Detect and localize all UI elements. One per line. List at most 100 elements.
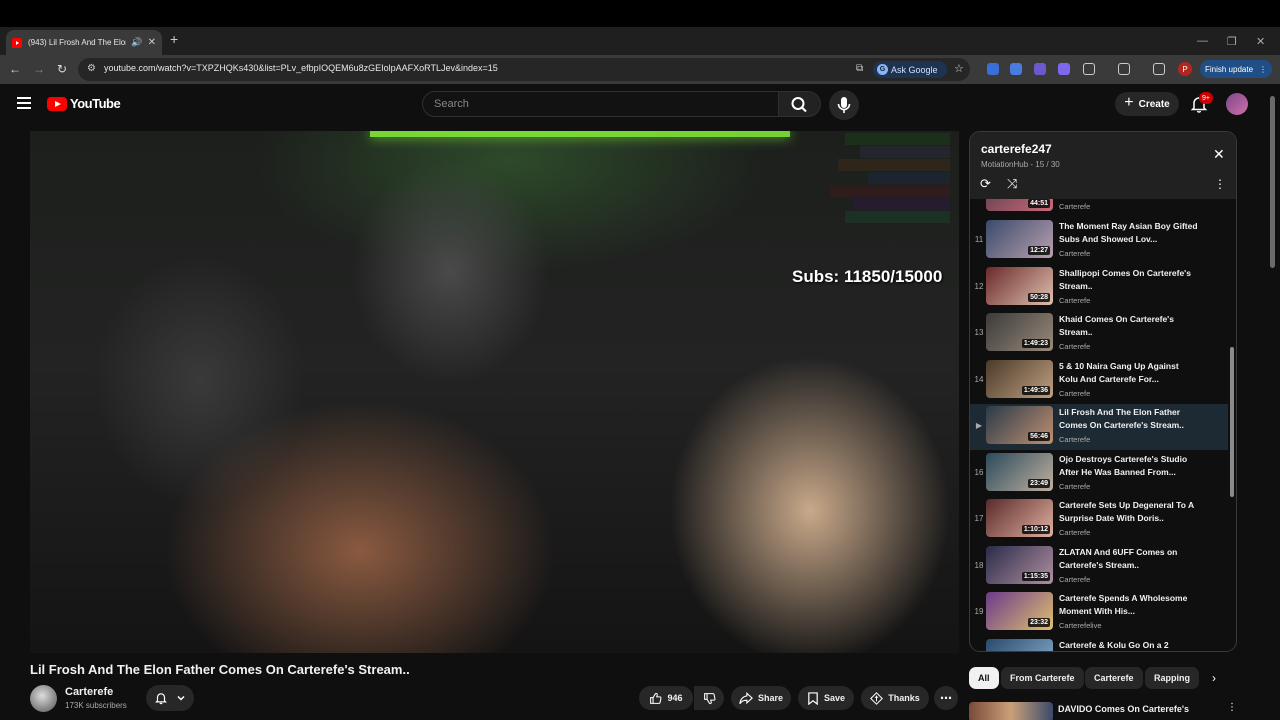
browser-profile-avatar[interactable]: P xyxy=(1178,62,1192,76)
playlist-item-channel: Carterefe xyxy=(1059,528,1091,537)
search-button[interactable] xyxy=(779,91,821,117)
playlist-item-channel: Carterefe xyxy=(1059,249,1091,258)
save-button[interactable]: Save xyxy=(798,686,854,710)
scrollbar-thumb[interactable] xyxy=(1270,96,1275,268)
playlist-header: carterefe247 MotiationHub - 15 / 30 ✕ ⟳ … xyxy=(970,132,1236,199)
account-avatar[interactable] xyxy=(1226,93,1248,115)
forward-icon[interactable]: → xyxy=(33,62,45,76)
playlist-item-channel: Carterefe xyxy=(1059,342,1091,351)
playlist-item-index: 13 xyxy=(974,328,984,337)
address-bar[interactable]: ⚙ youtube.com/watch?v=TXPZHQKs430&list=P… xyxy=(78,58,970,81)
playlist-item[interactable]: 12 50:28 Shallipopi Comes On Carterefe's S… xyxy=(970,265,1228,311)
close-window-icon[interactable]: ✕ xyxy=(1256,35,1265,48)
filter-chip[interactable]: From Carterefe xyxy=(1001,667,1084,689)
playlist-item[interactable]: 20Carterefe & Kolu Go On a 2 xyxy=(970,637,1228,651)
search-input[interactable]: Search xyxy=(422,91,779,117)
share-button[interactable]: Share xyxy=(731,686,791,710)
playlist-item-title: The Moment Ray Asian Boy Gifted Subs And… xyxy=(1059,221,1198,244)
new-tab-icon[interactable]: + xyxy=(170,31,178,47)
video-thumbnail: 50:28 xyxy=(986,266,1053,305)
subscriber-goal-overlay: Subs: 11850/15000 xyxy=(792,267,943,286)
neon-light-strip xyxy=(370,131,790,137)
video-thumbnail: 1:49:36 xyxy=(986,359,1053,398)
browser-tab-strip: (943) Lil Frosh And The Elon Father Come… xyxy=(0,27,1280,55)
finish-update-button[interactable]: Finish update ⋮ xyxy=(1200,60,1272,78)
shuffle-icon[interactable]: ⤨ xyxy=(1007,176,1017,192)
extension-n-icon[interactable] xyxy=(987,63,999,75)
dislike-button[interactable] xyxy=(694,686,724,710)
more-vertical-icon[interactable]: ⋮ xyxy=(1227,702,1237,713)
minimize-icon[interactable]: — xyxy=(1197,35,1208,47)
side-panel-icon[interactable] xyxy=(1118,63,1130,75)
more-actions-button[interactable]: ⋯ xyxy=(934,686,958,710)
playlist-item-title: Shallipopi Comes On Carterefe's Stream.. xyxy=(1059,267,1191,291)
playlist-item[interactable]: 17 1:10:12 Carterefe Sets Up Degeneral To … xyxy=(970,497,1228,543)
playlist-item[interactable]: 13 1:49:23 Khaid Comes On Carterefe's Stre… xyxy=(970,311,1228,357)
install-app-icon[interactable]: ⧉ xyxy=(856,63,863,74)
youtube-play-icon xyxy=(47,96,67,111)
restore-icon[interactable]: ❐ xyxy=(1227,35,1237,48)
playlist-item-partial[interactable]: 44:51 Carterefe xyxy=(970,199,1228,217)
playlist-scrollbar[interactable] xyxy=(1228,199,1236,651)
channel-name[interactable]: Carterefe xyxy=(65,686,113,698)
playlist-item[interactable]: 11 12:27 The Moment Ray Asian Boy Gifted S… xyxy=(970,218,1228,264)
ask-google-button[interactable]: G Ask Google xyxy=(873,61,947,78)
channel-avatar[interactable] xyxy=(30,685,57,712)
save-icon xyxy=(808,691,818,705)
filter-chip[interactable]: All xyxy=(969,667,999,689)
video-player[interactable]: Subs: 11850/15000 xyxy=(30,131,959,653)
filter-chip[interactable]: Rapping xyxy=(1145,667,1199,689)
site-info-icon[interactable]: ⚙ xyxy=(87,63,96,74)
playlist-item-index: 14 xyxy=(974,374,984,384)
close-tab-icon[interactable]: ✕ xyxy=(148,37,156,48)
playlist-more-icon[interactable]: ⋮ xyxy=(1214,177,1226,191)
bookmark-star-icon[interactable]: ☆ xyxy=(954,62,964,75)
browser-tab[interactable]: (943) Lil Frosh And The Elon Father Come… xyxy=(6,30,162,55)
like-button[interactable]: 946 xyxy=(639,686,693,710)
speaker-icon[interactable]: 🔊 xyxy=(131,37,142,48)
scrollbar-thumb[interactable] xyxy=(1230,347,1234,497)
youtube-logo[interactable]: YouTube xyxy=(47,96,121,111)
playlist-item-index: 16 xyxy=(974,467,984,477)
duration-badge: 1:49:23 xyxy=(1021,339,1050,348)
playlist-item-index: 11 xyxy=(974,235,984,244)
related-video-title: DAVIDO Comes On Carterefe's xyxy=(1058,704,1190,714)
duration-badge: 23:32 xyxy=(1028,618,1050,627)
playlist-title[interactable]: carterefe247 xyxy=(981,142,1052,156)
playlist-item-current[interactable]: ▶ 56:46 Lil Frosh And The Elon Father Come… xyxy=(970,404,1228,450)
microphone-icon xyxy=(837,97,851,113)
extension-shield-icon[interactable] xyxy=(1034,63,1046,75)
playlist-item-index: ▶ xyxy=(975,421,983,430)
close-playlist-icon[interactable]: ✕ xyxy=(1213,146,1225,163)
extension-cloud-icon[interactable] xyxy=(1058,63,1070,75)
chevron-right-icon[interactable]: › xyxy=(1212,671,1216,685)
thumbs-up-icon xyxy=(650,692,662,704)
thanks-button[interactable]: Thanks xyxy=(861,686,929,710)
back-icon[interactable]: ← xyxy=(9,62,21,76)
subscribed-notifications-button[interactable] xyxy=(146,685,194,711)
reading-list-icon[interactable] xyxy=(1153,63,1165,75)
playlist-item[interactable]: 16 23:49 Ojo Destroys Carterefe's Studio A… xyxy=(970,451,1228,497)
reload-icon[interactable]: ↻ xyxy=(57,62,67,76)
extension-translate-icon[interactable] xyxy=(1010,63,1022,75)
playlist-item[interactable]: 18 1:15:35 ZLATAN And 6UFF Comes on Carter… xyxy=(970,544,1228,590)
page-scrollbar[interactable] xyxy=(1268,96,1276,720)
playlist-item-index: 19 xyxy=(974,607,984,616)
tab-title: (943) Lil Frosh And The Elon Father Come… xyxy=(28,38,126,47)
create-button[interactable]: + Create xyxy=(1115,92,1179,116)
playlist-item-index: 18 xyxy=(974,560,984,570)
related-video-item[interactable]: DAVIDO Comes On Carterefe's ⋮ xyxy=(969,702,1237,720)
playlist-item[interactable]: 19 23:32 Carterefe Spends A Wholesome Mome… xyxy=(970,590,1228,636)
extensions-puzzle-icon[interactable] xyxy=(1083,63,1095,75)
subscriber-count: 173K subscribers xyxy=(65,701,127,710)
share-label: Share xyxy=(757,693,783,703)
loop-playlist-icon[interactable]: ⟳ xyxy=(980,176,991,192)
duration-badge: 1:15:35 xyxy=(1021,571,1050,581)
menu-icon[interactable] xyxy=(17,97,31,112)
filter-chip[interactable]: Carterefe xyxy=(1085,667,1143,689)
like-count: 946 xyxy=(667,693,683,703)
playlist-item[interactable]: 14 1:49:36 5 & 10 Naira Gang Up Against Ko… xyxy=(970,358,1228,404)
voice-search-button[interactable] xyxy=(829,90,859,120)
browser-toolbar: ← → ↻ ⚙ youtube.com/watch?v=TXPZHQKs430&… xyxy=(0,55,1280,84)
playlist-item-title: Lil Frosh And The Elon Father Comes On C… xyxy=(1059,407,1184,430)
